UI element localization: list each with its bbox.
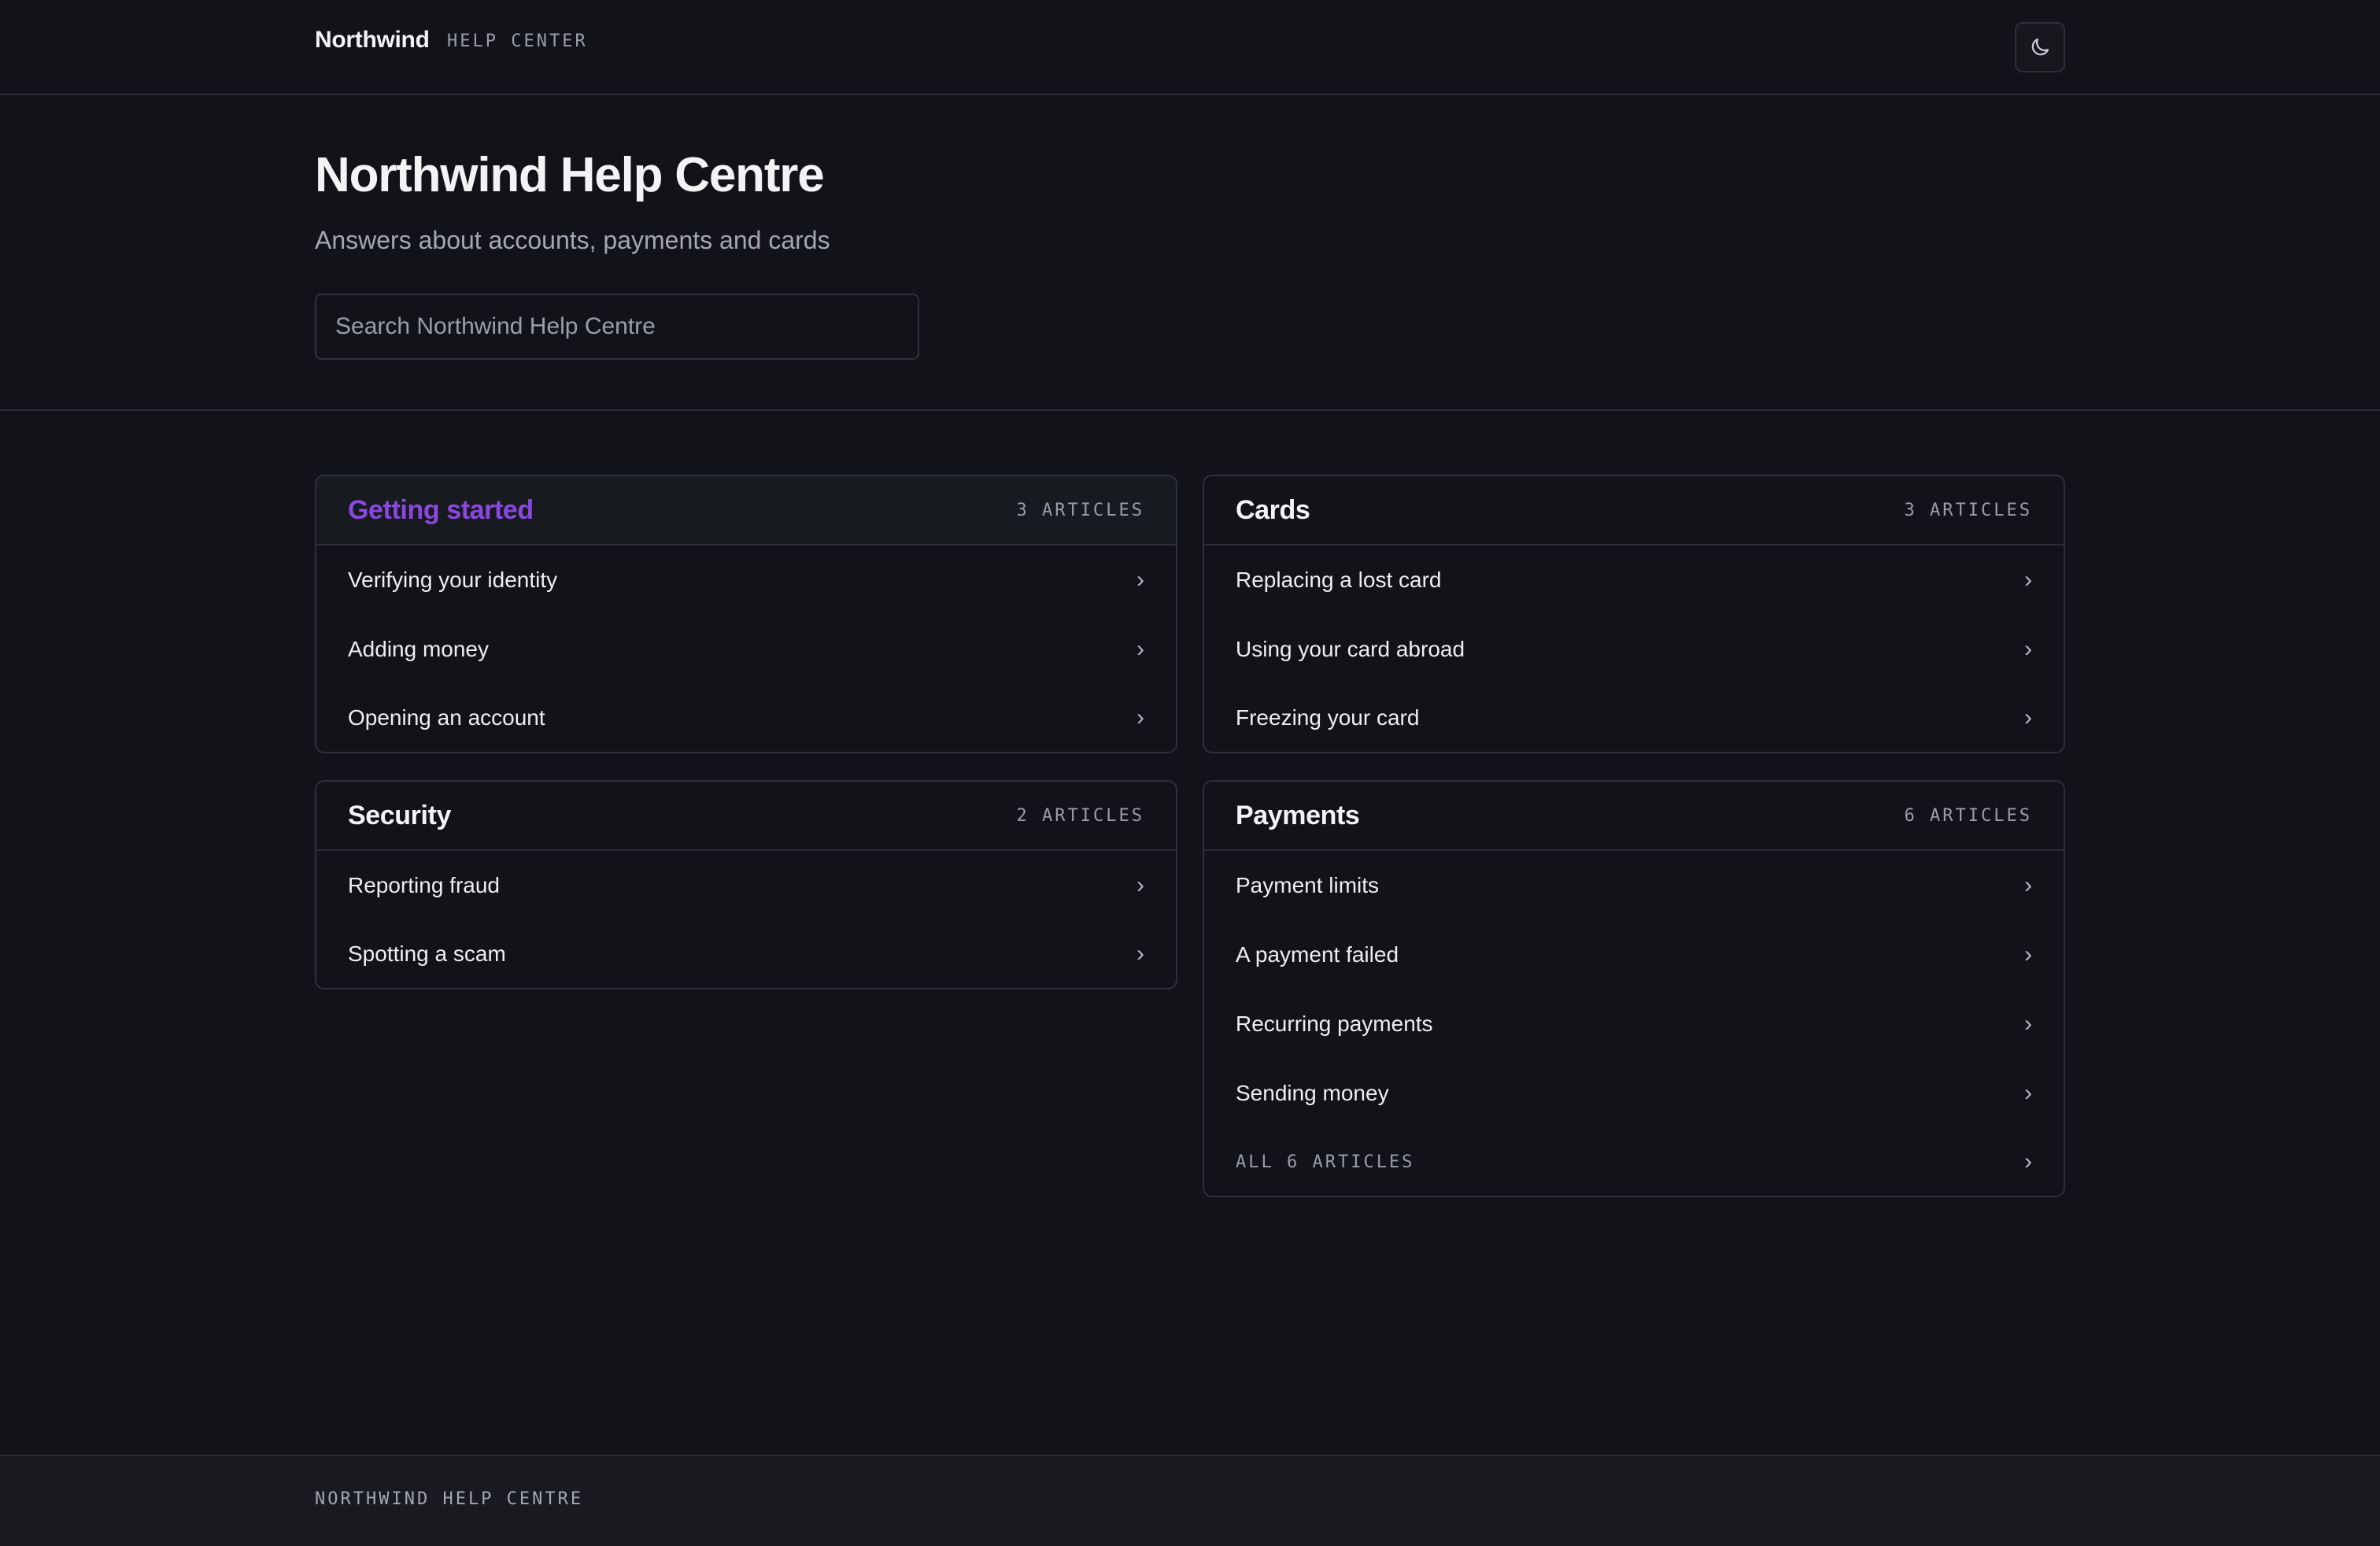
article-link[interactable]: Using your card abroad › <box>1204 615 2064 684</box>
chevron-right-icon: › <box>2024 1011 2032 1037</box>
card-header[interactable]: Security 2 ARTICLES <box>316 782 1176 851</box>
article-link[interactable]: Freezing your card › <box>1204 684 2064 752</box>
all-articles-label: ALL 6 ARTICLES <box>1236 1152 1415 1172</box>
brand-subtitle: HELP CENTER <box>447 31 588 51</box>
article-link[interactable]: Payment limits › <box>1204 851 2064 920</box>
category-card-security: Security 2 ARTICLES Reporting fraud › Sp… <box>315 780 1177 989</box>
theme-toggle-button[interactable] <box>2015 22 2065 72</box>
chevron-right-icon: › <box>1136 705 1144 730</box>
article-count: 6 ARTICLES <box>1904 805 2032 826</box>
article-link[interactable]: Replacing a lost card › <box>1204 546 2064 615</box>
article-link[interactable]: Reporting fraud › <box>316 851 1176 920</box>
category-card-cards: Cards 3 ARTICLES Replacing a lost card ›… <box>1203 475 2065 753</box>
article-link[interactable]: Sending money › <box>1204 1059 2064 1128</box>
article-title: Adding money <box>348 637 490 661</box>
article-title: Payment limits <box>1236 873 1380 897</box>
chevron-right-icon: › <box>1136 567 1144 593</box>
chevron-right-icon: › <box>2024 872 2032 898</box>
chevron-right-icon: › <box>2024 1080 2032 1106</box>
chevron-right-icon: › <box>2024 636 2032 662</box>
category-title[interactable]: Security <box>348 801 451 831</box>
article-title: A payment failed <box>1236 942 1399 967</box>
search-input[interactable] <box>315 294 919 360</box>
moon-icon <box>2031 38 2049 56</box>
article-title: Recurring payments <box>1236 1012 1433 1036</box>
article-title: Opening an account <box>348 705 545 730</box>
category-card-getting-started: Getting started 3 ARTICLES Verifying you… <box>315 475 1177 753</box>
article-link[interactable]: Spotting a scam › <box>316 920 1176 988</box>
article-link[interactable]: Verifying your identity › <box>316 546 1176 615</box>
article-link[interactable]: Opening an account › <box>316 684 1176 752</box>
article-link[interactable]: A payment failed › <box>1204 920 2064 989</box>
article-link[interactable]: Recurring payments › <box>1204 989 2064 1059</box>
page-title: Northwind Help Centre <box>315 148 825 202</box>
left-column: Getting started 3 ARTICLES Verifying you… <box>315 475 1177 1016</box>
article-count: 3 ARTICLES <box>1904 500 2032 520</box>
chevron-right-icon: › <box>2024 705 2032 730</box>
footer-text: NORTHWIND HELP CENTRE <box>315 1489 584 1509</box>
chevron-right-icon: › <box>2024 1148 2032 1174</box>
chevron-right-icon: › <box>2024 567 2032 593</box>
all-articles-link[interactable]: ALL 6 ARTICLES › <box>1204 1128 2064 1196</box>
chevron-right-icon: › <box>1136 872 1144 898</box>
category-title[interactable]: Getting started <box>348 495 534 526</box>
brand-logo-text[interactable]: Northwind <box>315 27 430 54</box>
chevron-right-icon: › <box>2024 941 2032 967</box>
article-title: Spotting a scam <box>348 941 506 966</box>
hero-section: Northwind Help Centre Answers about acco… <box>0 95 2380 411</box>
article-count: 2 ARTICLES <box>1016 805 1144 826</box>
category-title[interactable]: Payments <box>1236 801 1360 831</box>
card-header[interactable]: Getting started 3 ARTICLES <box>316 476 1176 546</box>
footer: NORTHWIND HELP CENTRE <box>0 1455 2380 1546</box>
article-count: 3 ARTICLES <box>1016 500 1144 520</box>
article-title: Reporting fraud <box>348 873 501 897</box>
article-title: Freezing your card <box>1236 705 1420 730</box>
page-subtitle: Answers about accounts, payments and car… <box>315 226 830 254</box>
category-title[interactable]: Cards <box>1236 495 1310 526</box>
card-header[interactable]: Payments 6 ARTICLES <box>1204 782 2064 851</box>
right-column: Cards 3 ARTICLES Replacing a lost card ›… <box>1203 475 2065 1224</box>
article-link[interactable]: Adding money › <box>316 615 1176 684</box>
article-title: Sending money <box>1236 1081 1389 1105</box>
card-header[interactable]: Cards 3 ARTICLES <box>1204 476 2064 546</box>
chevron-right-icon: › <box>1136 941 1144 967</box>
article-title: Using your card abroad <box>1236 637 1465 661</box>
category-card-payments: Payments 6 ARTICLES Payment limits › A p… <box>1203 780 2065 1197</box>
article-title: Verifying your identity <box>348 568 558 592</box>
chevron-right-icon: › <box>1136 636 1144 662</box>
top-bar: Northwind HELP CENTER <box>0 0 2380 95</box>
article-title: Replacing a lost card <box>1236 568 1442 592</box>
